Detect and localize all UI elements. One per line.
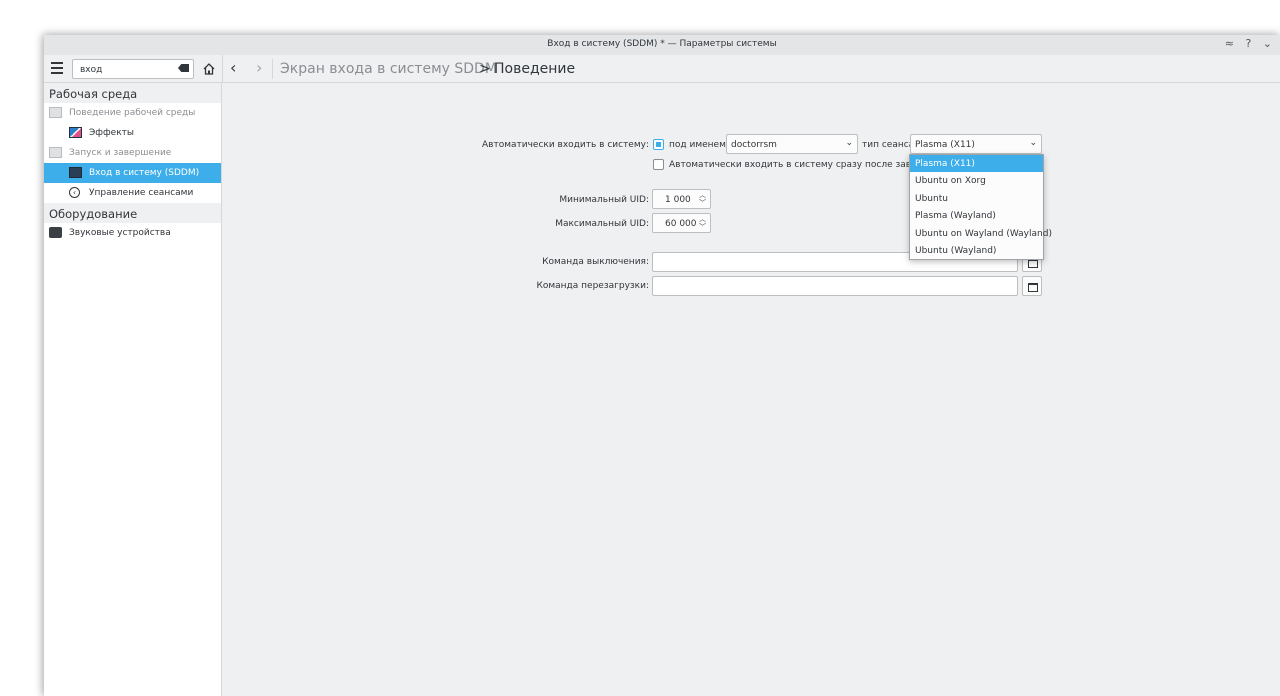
breadcrumb-separator-line <box>272 59 273 79</box>
session-icon: ‹ <box>69 187 80 198</box>
system-settings-window: Вход в систему (SDDM) * — Параметры сист… <box>44 35 1280 696</box>
login-screen-icon <box>69 167 82 178</box>
search-input[interactable]: вход <box>72 59 194 79</box>
sidebar: Рабочая среда Поведение рабочей среды Эф… <box>44 83 222 696</box>
monitor-icon <box>49 147 62 158</box>
sidebar-item-session-management[interactable]: ‹ Управление сеансами <box>44 183 221 203</box>
session-type-value: Plasma (X11) <box>915 140 975 150</box>
dropdown-option[interactable]: Ubuntu on Wayland (Wayland) <box>910 225 1052 242</box>
session-type-combo[interactable]: Plasma (X11) ⌄ <box>910 134 1042 154</box>
sidebar-item-label: Запуск и завершение <box>69 148 172 158</box>
reboot-browse-folder-icon[interactable] <box>1022 276 1042 296</box>
session-type-dropdown: Plasma (X11) Ubuntu on Xorg Ubuntu Plasm… <box>909 154 1052 260</box>
spin-arrows-icon[interactable]: ︿ ﹀ <box>699 191 706 207</box>
sidebar-item-effects[interactable]: Эффекты <box>44 123 221 143</box>
dropdown-option[interactable]: Ubuntu on Xorg <box>910 172 1043 189</box>
relogin-label: Автоматически входить в систему сразу по… <box>669 160 948 170</box>
session-type-label: тип сеанса <box>862 140 915 150</box>
user-label: под именем: <box>669 140 729 150</box>
title-bar: Вход в систему (SDDM) * — Параметры сист… <box>44 35 1280 55</box>
sidebar-item-label: Управление сеансами <box>89 188 194 198</box>
min-uid-label: Минимальный UID: <box>559 195 649 205</box>
home-icon[interactable] <box>202 62 216 76</box>
window-controls[interactable]: ≈ ? ⌄ <box>1225 37 1276 50</box>
search-input-value: вход <box>80 65 103 75</box>
user-combo-value: doctorrsm <box>731 140 777 150</box>
audio-device-icon <box>49 227 62 238</box>
dropdown-option[interactable]: Plasma (Wayland) <box>910 207 1043 224</box>
dropdown-option[interactable]: Ubuntu (Wayland) <box>910 242 1043 259</box>
min-uid-value: 1 000 <box>665 195 691 205</box>
breadcrumb-current: Поведение <box>494 61 576 77</box>
sidebar-item-label: Звуковые устройства <box>69 228 171 238</box>
halt-command-label: Команда выключения: <box>542 257 649 267</box>
autologin-checkbox[interactable] <box>653 139 664 150</box>
dropdown-option[interactable]: Ubuntu <box>910 190 1043 207</box>
effects-icon <box>69 127 82 138</box>
dropdown-option[interactable]: Plasma (X11) <box>910 155 1043 173</box>
toolbar: вход ‹ › Экран входа в систему SDDM > По… <box>44 55 1280 83</box>
min-uid-spinbox[interactable]: 1 000 ︿ ﹀ <box>652 189 711 209</box>
back-arrow-icon[interactable]: ‹ <box>230 58 236 77</box>
sidebar-item-label: Вход в систему (SDDM) <box>89 168 200 178</box>
sidebar-category-workspace: Рабочая среда <box>44 83 221 103</box>
sidebar-item-sddm[interactable]: Вход в систему (SDDM) <box>44 163 221 183</box>
reboot-command-label: Команда перезагрузки: <box>536 281 649 291</box>
main-content: Автоматически входить в систему: под име… <box>223 83 1280 696</box>
chevron-down-icon: ⌄ <box>845 138 853 148</box>
sidebar-item-label: Эффекты <box>89 128 134 138</box>
chevron-down-icon: ⌄ <box>1029 138 1037 148</box>
max-uid-value: 60 000 <box>665 219 697 229</box>
sidebar-group-startup-shutdown[interactable]: Запуск и завершение <box>44 143 221 163</box>
reboot-command-input[interactable] <box>652 276 1018 296</box>
monitor-icon <box>49 107 62 118</box>
sidebar-item-label: Поведение рабочей среды <box>69 108 196 118</box>
sidebar-category-hardware: Оборудование <box>44 203 221 223</box>
breadcrumb-arrow: > <box>479 61 491 77</box>
sidebar-group-workspace-behavior[interactable]: Поведение рабочей среды <box>44 103 221 123</box>
autologin-label: Автоматически входить в систему: <box>481 140 649 150</box>
spin-arrows-icon[interactable]: ︿ ﹀ <box>699 215 706 231</box>
sidebar-item-audio-devices[interactable]: Звуковые устройства <box>44 223 221 243</box>
clear-search-icon[interactable] <box>178 64 189 72</box>
forward-arrow-icon[interactable]: › <box>256 58 262 77</box>
max-uid-label: Максимальный UID: <box>555 219 649 229</box>
hamburger-menu-icon[interactable] <box>51 62 63 74</box>
user-combo[interactable]: doctorrsm ⌄ <box>726 134 858 154</box>
max-uid-spinbox[interactable]: 60 000 ︿ ﹀ <box>652 213 711 233</box>
toolbar-separator <box>222 55 223 83</box>
window-title: Вход в систему (SDDM) * — Параметры сист… <box>547 39 777 49</box>
breadcrumb-parent[interactable]: Экран входа в систему SDDM <box>280 61 497 77</box>
relogin-checkbox[interactable] <box>653 159 664 170</box>
